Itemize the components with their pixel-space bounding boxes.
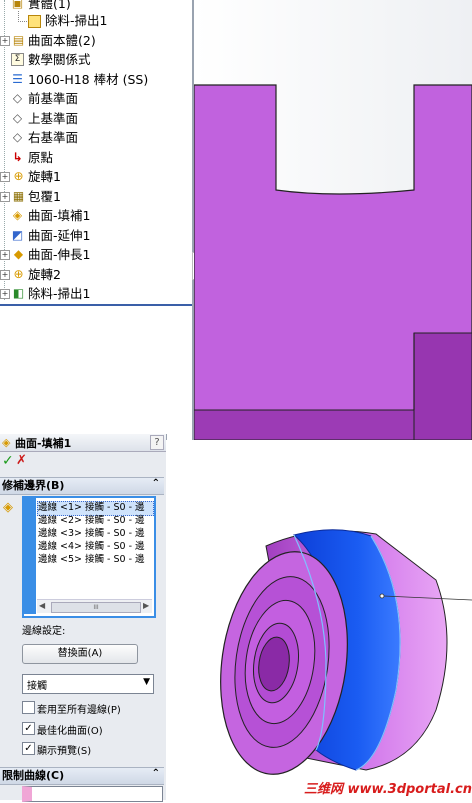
tree-item-cut-sweep1[interactable]: + ◧ 除料-掃出1 [0, 284, 190, 303]
plane-icon: ◇ [12, 130, 23, 144]
graphics-area-bottom[interactable] [166, 440, 472, 800]
revolve-icon: ⊕ [13, 267, 24, 281]
tree-item-origin[interactable]: ↳ 原點 [0, 148, 190, 167]
revolve-icon: ⊕ [13, 169, 24, 183]
tree-item-filled-surface1[interactable]: ◈ 曲面-填補1 [0, 206, 190, 225]
cancel-button[interactable]: ✗ [16, 453, 27, 468]
optimize-surface-checkbox[interactable]: ✓ [22, 722, 35, 735]
horizontal-scrollbar[interactable]: ◀ III ▶ [37, 599, 152, 613]
list-item[interactable]: 邊線 <1> 接觸 - S0 - 邊 [38, 501, 152, 514]
tree-item-material[interactable]: ☰ 1060-H18 棒材 (SS) [0, 70, 190, 89]
help-button[interactable]: ? [150, 435, 164, 450]
tree-item-extruded-surface1[interactable]: + ◆ 曲面-伸長1 [0, 245, 190, 264]
list-item[interactable]: 邊線 <4> 接觸 - S0 - 邊 [38, 540, 152, 553]
expand-toggle[interactable]: + [0, 172, 10, 182]
expand-toggle[interactable]: + [0, 36, 10, 46]
scroll-right-icon[interactable]: ▶ [143, 601, 149, 610]
scroll-thumb[interactable]: III [51, 602, 141, 613]
list-item[interactable]: 邊線 <5> 接觸 - S0 - 邊 [38, 553, 152, 566]
tree-item-front-plane[interactable]: ◇ 前基準面 [0, 89, 190, 108]
tree-item-revolve1[interactable]: + ⊕ 旋轉1 [0, 167, 190, 186]
section-title: 修補邊界(B) [2, 479, 65, 492]
condition-select[interactable]: 接觸 ▼ [22, 674, 154, 694]
swap-face-button[interactable]: 替換面(A) [22, 644, 138, 664]
collapse-icon[interactable]: ⌃ [152, 476, 160, 492]
chevron-down-icon[interactable]: ▼ [143, 677, 150, 687]
edge-selection-icon: ◈ [3, 500, 13, 515]
condition-select-value: 接觸 [27, 681, 47, 692]
collapse-icon[interactable]: ⌃ [152, 766, 160, 782]
filled-surface-icon: ◈ [12, 208, 23, 222]
watermark: 三维网 www.3dportal.cn [303, 782, 472, 797]
plane-icon: ◇ [12, 91, 23, 105]
tree-item-wrap1[interactable]: + ▦ 包覆1 [0, 187, 190, 206]
section-patch-boundary-header[interactable]: 修補邊界(B) ⌃ [0, 477, 164, 495]
wrap-icon: ▦ [12, 189, 25, 203]
optimize-surface-label: 最佳化曲面(O) [37, 726, 103, 737]
extruded-surface-icon: ◆ [13, 247, 24, 261]
equations-icon: Σ [11, 53, 24, 66]
material-icon: ☰ [12, 72, 23, 86]
tree-item-equations[interactable]: Σ 數學關係式 [0, 50, 190, 69]
panel-title: 曲面-填補1 [15, 437, 72, 450]
ok-cancel-row: ✓ ✗ [0, 452, 166, 472]
extend-surface-icon: ◩ [11, 228, 24, 242]
ok-button[interactable]: ✓ [2, 453, 14, 469]
edge-settings-label: 邊線設定: [22, 626, 66, 637]
scroll-left-icon[interactable]: ◀ [39, 601, 45, 610]
section-constraint-curves-header[interactable]: 限制曲線(C) ⌃ [0, 767, 164, 785]
list-item[interactable]: 邊線 <3> 接觸 - S0 - 邊 [38, 527, 152, 540]
boundary-edges-list[interactable]: 邊線 <1> 接觸 - S0 - 邊 邊線 <2> 接觸 - S0 - 邊 邊線… [22, 496, 156, 618]
show-preview-checkbox[interactable]: ✓ [22, 742, 35, 755]
expand-toggle[interactable]: + [0, 289, 10, 299]
filled-surface-icon: ◈ [2, 436, 11, 449]
expand-toggle[interactable]: + [0, 250, 10, 260]
panel-title-bar: ◈ 曲面-填補1 ? [0, 434, 166, 452]
tree-item-extend-surface1[interactable]: ◩ 曲面-延伸1 [0, 226, 190, 245]
feature-manager-tree: ▣ 實體(1) 除料-掃出1 + ▤ 曲面本體(2) Σ 數學關係式 ☰ 106… [0, 0, 192, 305]
cut-sweep-icon: ◧ [12, 286, 25, 300]
tree-item-solid-body-cut-sweep[interactable]: 除料-掃出1 [0, 11, 190, 30]
plane-icon: ◇ [12, 111, 23, 125]
show-preview-label: 顯示預覽(S) [37, 746, 92, 757]
apply-all-edges-checkbox[interactable] [22, 701, 35, 714]
solid-bodies-folder-icon: ▣ [11, 0, 24, 10]
section-title: 限制曲線(C) [2, 769, 65, 782]
tree-item-surface-bodies[interactable]: + ▤ 曲面本體(2) [0, 31, 190, 50]
origin-icon: ↳ [12, 150, 23, 164]
tree-item-right-plane[interactable]: ◇ 右基準面 [0, 128, 190, 147]
tree-rollback-bar[interactable] [0, 304, 192, 306]
surface-bodies-folder-icon: ▤ [12, 33, 25, 47]
part-section-view [193, 0, 472, 441]
tree-item-revolve2[interactable]: + ⊕ 旋轉2 [0, 265, 190, 284]
graphics-area-top[interactable] [193, 0, 472, 441]
expand-toggle[interactable]: + [0, 270, 10, 280]
apply-all-edges-label: 套用至所有邊線(P) [37, 705, 121, 716]
wheel-part-3d-view [220, 529, 472, 775]
list-item[interactable]: 邊線 <2> 接觸 - S0 - 邊 [38, 514, 152, 527]
list-selection-bar [24, 498, 36, 614]
expand-toggle[interactable]: + [0, 192, 10, 202]
cut-sweep-body-icon [28, 15, 41, 28]
tree-item-top-plane[interactable]: ◇ 上基準面 [0, 109, 190, 128]
